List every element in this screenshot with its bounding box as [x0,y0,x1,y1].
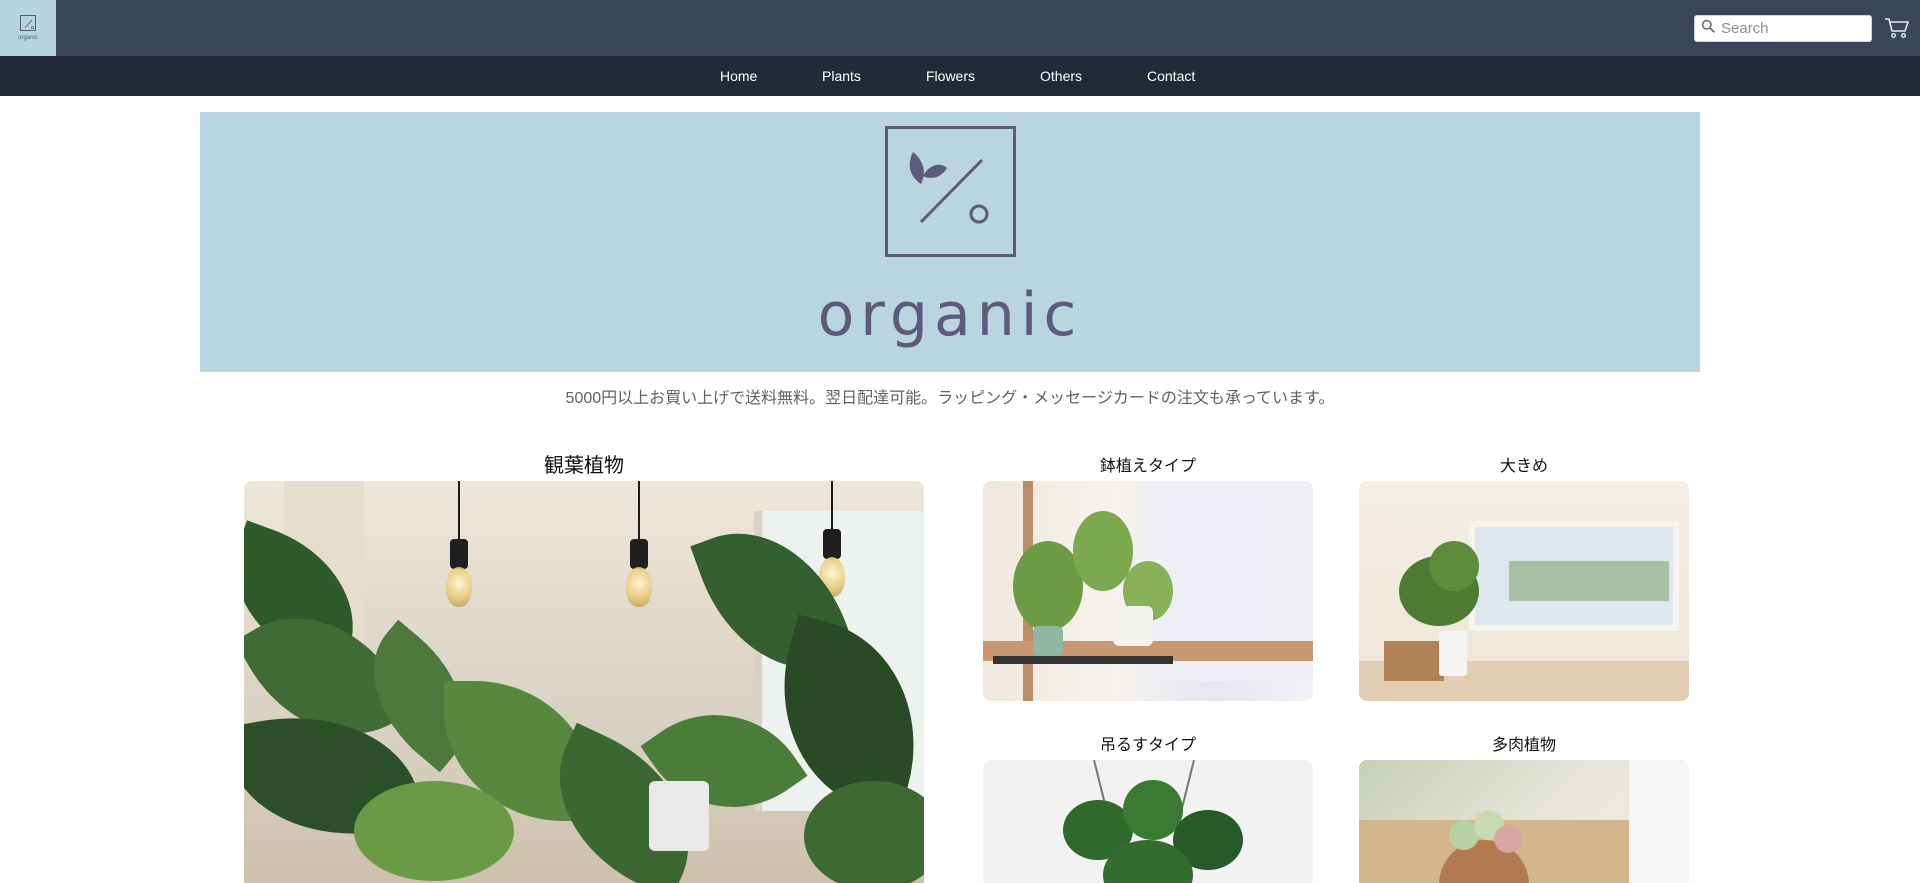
nav-item-plants[interactable]: Plants [822,56,861,96]
category-title-large: 大きめ [1499,456,1548,475]
top-bar: organic [0,0,1920,56]
search-box[interactable] [1694,15,1872,42]
potted-plants-image[interactable] [983,481,1313,701]
brand-logo-icon [885,126,1016,257]
shipping-notice: 5000円以上お買い上げで送料無料。翌日配達可能。ラッピング・メッセージカードの… [565,390,1335,407]
nav-item-flowers[interactable]: Flowers [926,56,975,96]
search-input[interactable] [1721,20,1871,37]
nav-item-home[interactable]: Home [720,56,757,96]
hero-banner: organic [200,112,1700,372]
search-icon [1701,19,1715,38]
main-nav: Home Plants Flowers Others Contact [0,56,1920,96]
nav-item-contact[interactable]: Contact [1147,56,1195,96]
header-logo[interactable]: organic [0,0,56,56]
hanging-plants-image[interactable] [983,760,1313,883]
logo-mark-icon [20,15,36,31]
foliage-plants-image[interactable] [244,481,924,883]
category-title-foliage: 観葉植物 [544,453,624,477]
large-plants-image[interactable] [1359,481,1689,701]
category-title-potted: 鉢植えタイプ [1099,456,1196,475]
cart-icon[interactable] [1884,16,1910,40]
brand-wordmark: organic [817,280,1083,350]
category-title-succulent: 多肉植物 [1491,735,1556,754]
category-title-hanging: 吊るすタイプ [1099,735,1196,754]
succulent-plants-image[interactable] [1359,760,1689,883]
logo-wordmark: organic [18,35,38,41]
nav-item-others[interactable]: Others [1040,56,1082,96]
